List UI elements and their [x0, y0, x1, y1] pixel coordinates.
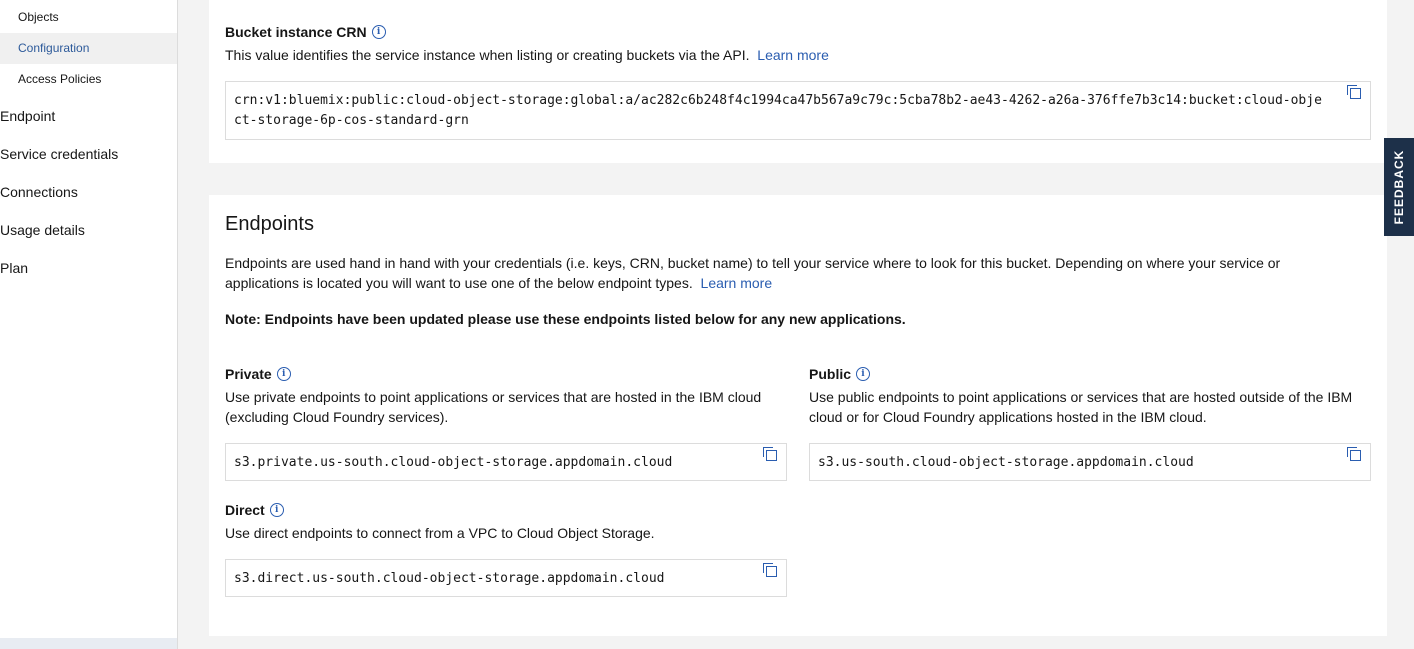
direct-endpoint-box[interactable]: s3.direct.us-south.cloud-object-storage.…: [225, 559, 787, 597]
endpoints-card: Endpoints Endpoints are used hand in han…: [209, 195, 1387, 636]
direct-endpoint-value: s3.direct.us-south.cloud-object-storage.…: [234, 571, 665, 586]
crn-card: Bucket instance CRN i This value identifi…: [209, 0, 1387, 163]
crn-title-row: Bucket instance CRN i: [225, 24, 386, 40]
sidebar: Objects Configuration Access Policies En…: [0, 0, 178, 649]
endpoints-heading: Endpoints: [225, 213, 314, 235]
info-icon[interactable]: i: [276, 367, 291, 382]
private-endpoint-value: s3.private.us-south.cloud-object-storage…: [234, 455, 673, 470]
private-description: Use private endpoints to point applicati…: [225, 389, 762, 425]
private-title: Private: [225, 366, 272, 382]
info-icon[interactable]: i: [856, 367, 871, 382]
feedback-label: FEEDBACK: [1392, 149, 1406, 225]
copy-icon[interactable]: [763, 563, 777, 577]
public-title-row: Public i: [809, 366, 871, 382]
direct-title: Direct: [225, 502, 265, 518]
copy-icon[interactable]: [1347, 447, 1361, 461]
info-icon[interactable]: i: [371, 25, 386, 40]
sidebar-item-service-credentials[interactable]: Service credentials: [0, 144, 118, 164]
sidebar-item-plan[interactable]: Plan: [0, 258, 28, 278]
sidebar-bottom-strip: [0, 638, 177, 649]
sidebar-item-configuration[interactable]: Configuration: [0, 33, 177, 64]
endpoints-learn-more-link[interactable]: Learn more: [701, 275, 773, 291]
public-endpoint-box[interactable]: s3.us-south.cloud-object-storage.appdoma…: [809, 443, 1371, 481]
crn-description-row: This value identifies the service instan…: [225, 45, 829, 65]
endpoints-note: Note: Endpoints have been updated please…: [225, 311, 906, 327]
crn-description: This value identifies the service instan…: [225, 47, 750, 63]
direct-title-row: Direct i: [225, 502, 284, 518]
direct-description: Use direct endpoints to connect from a V…: [225, 525, 655, 541]
crn-value-box[interactable]: crn:v1:bluemix:public:cloud-object-stora…: [225, 81, 1371, 140]
sidebar-item-usage-details[interactable]: Usage details: [0, 220, 85, 240]
sidebar-item-objects[interactable]: Objects: [0, 2, 177, 33]
crn-title: Bucket instance CRN: [225, 24, 367, 40]
public-endpoint-value: s3.us-south.cloud-object-storage.appdoma…: [818, 455, 1194, 470]
sidebar-item-access-policies[interactable]: Access Policies: [0, 64, 177, 95]
sidebar-item-endpoint[interactable]: Endpoint: [0, 106, 55, 126]
public-title: Public: [809, 366, 852, 382]
endpoints-description-row: Endpoints are used hand in hand with you…: [225, 253, 1335, 293]
public-description: Use public endpoints to point applicatio…: [809, 389, 1353, 425]
feedback-tab[interactable]: FEEDBACK: [1384, 138, 1414, 236]
copy-icon[interactable]: [1347, 85, 1361, 99]
private-endpoint-box[interactable]: s3.private.us-south.cloud-object-storage…: [225, 443, 787, 481]
crn-learn-more-link[interactable]: Learn more: [757, 47, 829, 63]
info-icon[interactable]: i: [269, 503, 284, 518]
copy-icon[interactable]: [763, 447, 777, 461]
sidebar-item-connections[interactable]: Connections: [0, 182, 78, 202]
private-title-row: Private i: [225, 366, 291, 382]
crn-value: crn:v1:bluemix:public:cloud-object-stora…: [234, 93, 1322, 128]
